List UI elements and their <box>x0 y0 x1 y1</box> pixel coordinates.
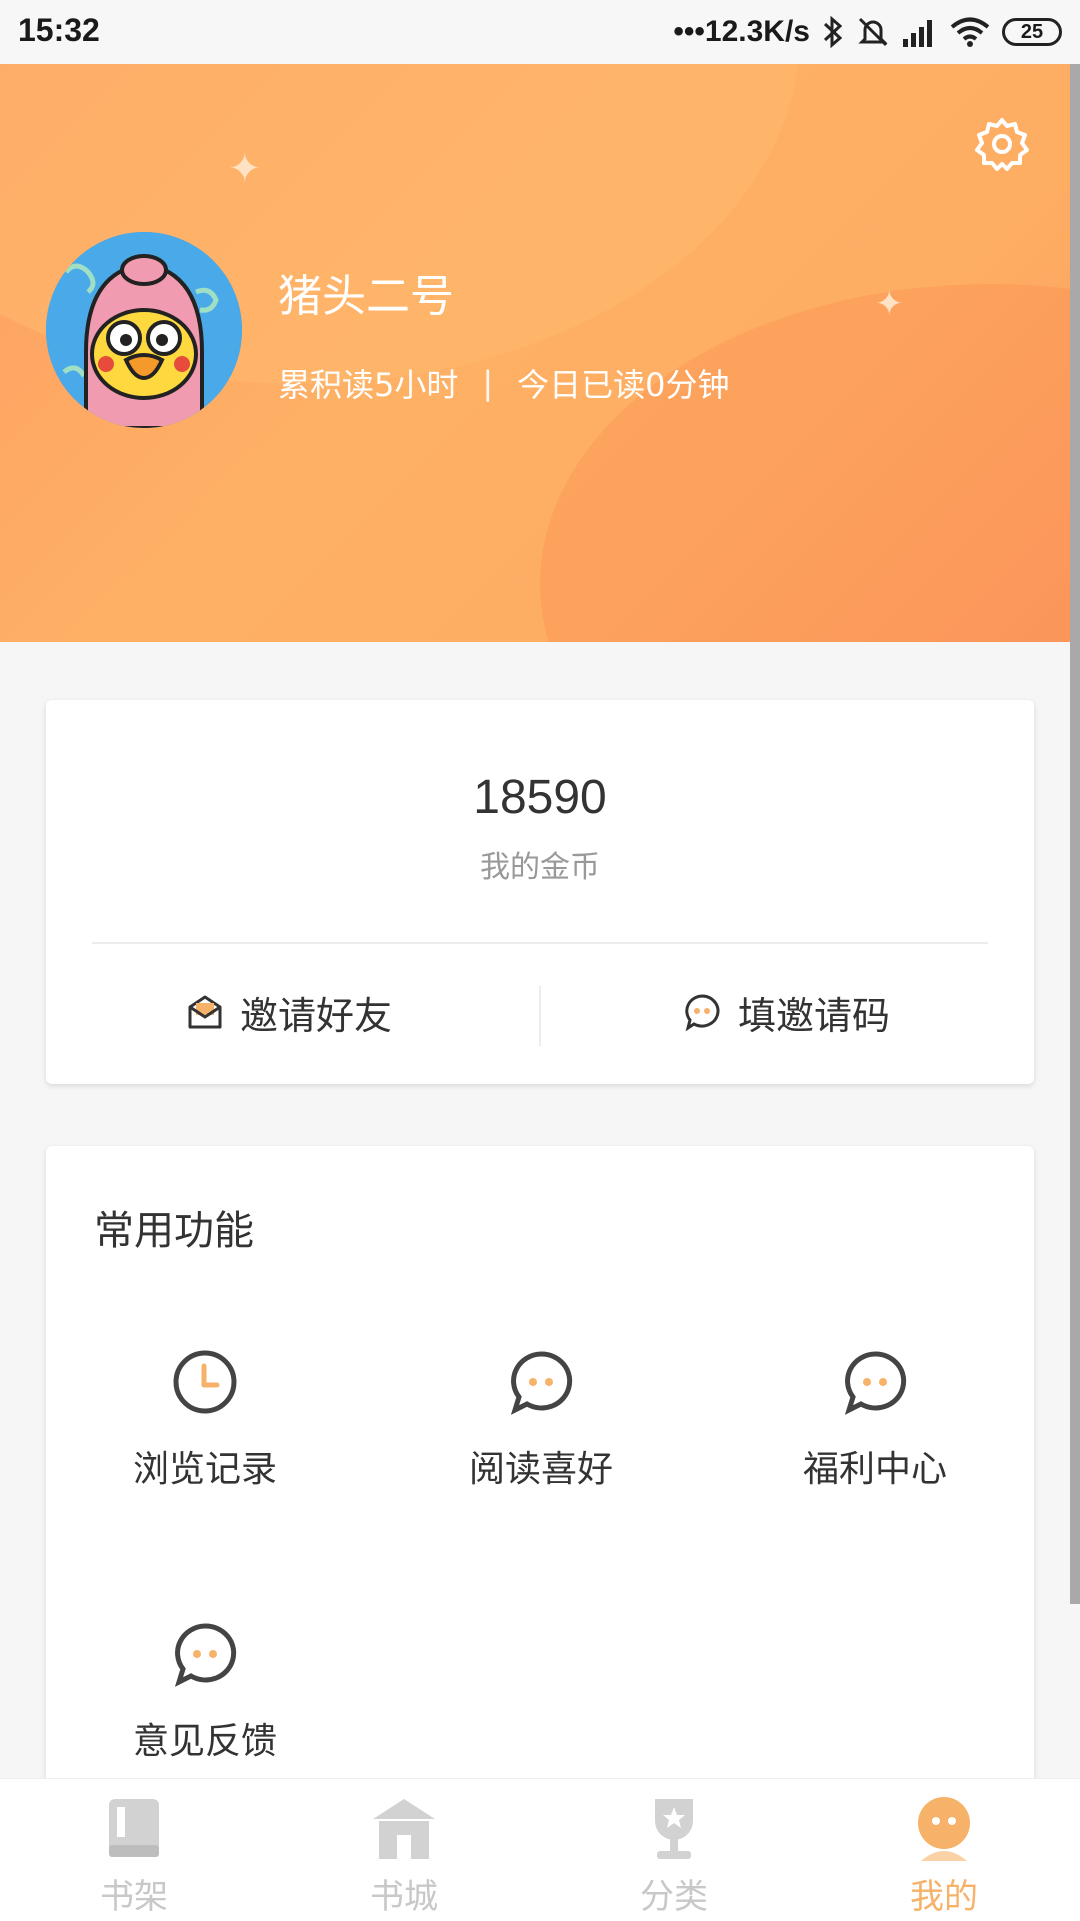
nav-mine[interactable]: 我的 <box>884 1795 1004 1918</box>
status-icons: •••12.3K/s 25 <box>673 10 1062 54</box>
clock-icon <box>173 1350 237 1414</box>
wifi-icon <box>950 17 990 47</box>
reading-stats: 累积读5小时 | 今日已读0分钟 <box>278 360 730 406</box>
function-label: 福利中心 <box>802 1449 947 1490</box>
divider <box>539 986 541 1046</box>
function-label: 阅读喜好 <box>468 1449 613 1490</box>
browse-history-item[interactable]: 浏览记录 <box>80 1348 330 1492</box>
bottom-navigation: 书架 书城 分类 我的 <box>0 1778 1080 1921</box>
avatar[interactable] <box>46 232 242 428</box>
status-time: 15:32 <box>18 12 100 48</box>
chat-bubble-icon <box>844 1351 907 1415</box>
network-speed: •••12.3K/s <box>673 15 810 48</box>
enter-invite-code-button[interactable]: 填邀请码 <box>682 972 890 1052</box>
bell-muted-icon <box>858 17 888 47</box>
nav-label: 书架 <box>100 1877 168 1917</box>
bluetooth-icon <box>823 15 843 49</box>
today-read-time: 今日已读0分钟 <box>517 366 730 404</box>
function-label: 浏览记录 <box>132 1449 277 1490</box>
nav-label: 书城 <box>370 1877 438 1917</box>
status-bar: 15:32 •••12.3K/s 25 <box>0 0 1080 64</box>
battery-indicator: 25 <box>1002 18 1062 46</box>
avatar-illustration <box>46 232 242 428</box>
profile-header: ✦ ✦ 猪头二号 累积读5小时 | 今日已读0分钟 <box>0 64 1080 642</box>
username: 猪头二号 <box>278 271 454 322</box>
store-icon <box>373 1799 435 1859</box>
divider <box>92 942 988 944</box>
profile-face-icon <box>918 1797 970 1861</box>
coin-card: 18590 我的金币 邀请好友 填邀请码 <box>46 700 1034 1084</box>
stats-separator: | <box>482 364 494 402</box>
welfare-center-item[interactable]: 福利中心 <box>750 1348 1000 1492</box>
chat-bubble-icon <box>510 1351 573 1415</box>
chat-bubble-icon <box>685 994 720 1032</box>
scrollbar[interactable] <box>1070 64 1080 1604</box>
invite-friends-button[interactable]: 邀请好友 <box>186 972 392 1052</box>
nav-bookshelf[interactable]: 书架 <box>74 1795 194 1918</box>
nav-label: 分类 <box>640 1877 708 1917</box>
coin-count[interactable]: 18590 <box>46 770 1034 825</box>
envelope-icon <box>188 995 222 1029</box>
settings-gear-icon[interactable] <box>972 114 1032 174</box>
invite-code-label: 填邀请码 <box>738 993 891 1038</box>
coin-label: 我的金币 <box>480 850 600 885</box>
trophy-icon <box>655 1799 693 1859</box>
cellular-signal-icon <box>903 20 932 47</box>
feedback-item[interactable]: 意见反馈 <box>80 1620 330 1764</box>
total-read-time: 累积读5小时 <box>278 366 459 404</box>
reading-preference-item[interactable]: 阅读喜好 <box>416 1348 666 1492</box>
section-title: 常用功能 <box>94 1208 254 1254</box>
nav-label: 我的 <box>910 1877 978 1917</box>
header-wave <box>540 284 1080 642</box>
book-icon <box>109 1799 159 1857</box>
nav-bookstore[interactable]: 书城 <box>344 1795 464 1918</box>
chat-bubble-icon <box>174 1623 237 1687</box>
nav-category[interactable]: 分类 <box>614 1795 734 1918</box>
invite-friends-label: 邀请好友 <box>240 993 393 1038</box>
sparkle-icon: ✦ <box>875 284 904 324</box>
sparkle-icon: ✦ <box>228 146 262 192</box>
function-label: 意见反馈 <box>132 1721 277 1762</box>
